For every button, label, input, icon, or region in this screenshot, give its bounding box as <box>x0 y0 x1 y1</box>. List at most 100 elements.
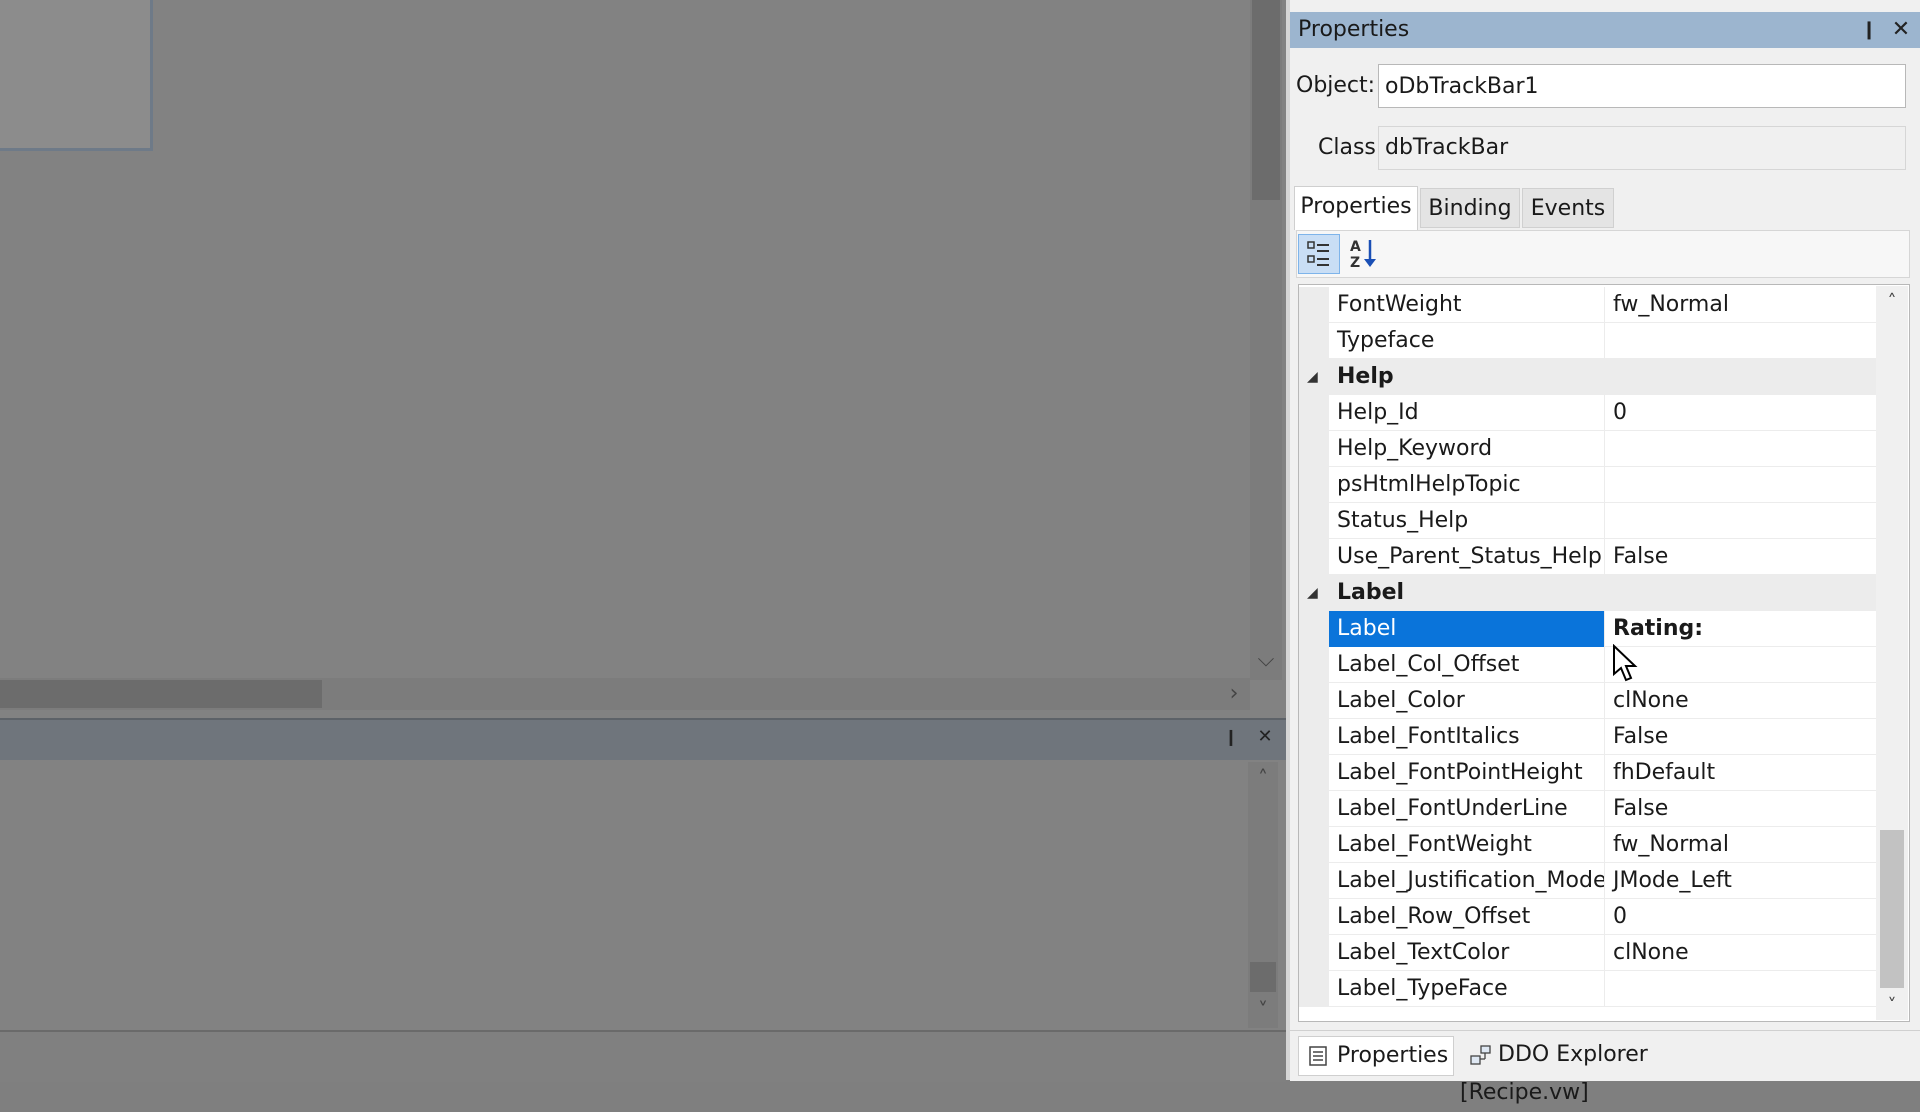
property-value[interactable] <box>1605 323 1877 359</box>
output-scroll-thumb[interactable] <box>1250 962 1276 992</box>
property-row[interactable]: Label_FontUnderLine False <box>1299 791 1877 827</box>
property-name[interactable]: Label_Row_Offset <box>1329 899 1605 935</box>
collapse-triangle-icon[interactable]: ◢ <box>1307 575 1327 611</box>
object-input[interactable] <box>1378 64 1906 108</box>
row-gutter <box>1299 647 1329 683</box>
property-name[interactable]: Label_FontUnderLine <box>1329 791 1605 827</box>
property-row[interactable]: Label_Col_Offset <box>1299 647 1877 683</box>
property-row[interactable]: Label_FontWeight fw_Normal <box>1299 827 1877 863</box>
svg-text:Z: Z <box>1350 255 1360 271</box>
property-value[interactable]: fhDefault <box>1605 755 1877 791</box>
tab-events[interactable]: Events <box>1522 188 1614 228</box>
property-value[interactable]: False <box>1605 719 1877 755</box>
property-row[interactable]: FontWeight fw_Normal <box>1299 287 1877 323</box>
tab-binding[interactable]: Binding <box>1420 188 1520 228</box>
scroll-down-icon[interactable]: ˅ <box>1248 996 1278 1024</box>
property-row[interactable]: Label_Color clNone <box>1299 683 1877 719</box>
row-gutter <box>1299 935 1329 971</box>
property-value[interactable]: clNone <box>1605 683 1877 719</box>
sort-alphabetical-icon: A Z <box>1350 239 1376 271</box>
categorized-button[interactable] <box>1298 234 1340 274</box>
output-panel-body[interactable] <box>0 760 1286 1030</box>
property-value[interactable] <box>1605 971 1877 1007</box>
property-value[interactable]: clNone <box>1605 935 1877 971</box>
property-row[interactable]: Label_Row_Offset 0 <box>1299 899 1877 935</box>
property-name[interactable]: Label_TypeFace <box>1329 971 1605 1007</box>
property-name[interactable]: Label_Justification_Mode <box>1329 863 1605 899</box>
property-grid-toolbar <box>1296 230 1910 278</box>
status-bar <box>0 1030 1286 1082</box>
category-name: Label <box>1337 580 1405 605</box>
property-value[interactable]: False <box>1605 539 1877 575</box>
property-name[interactable]: Label_FontPointHeight <box>1329 755 1605 791</box>
category-row[interactable]: ◢ Help <box>1299 359 1877 395</box>
property-name[interactable]: Help_Keyword <box>1329 431 1605 467</box>
property-value[interactable]: False <box>1605 791 1877 827</box>
ddo-explorer-icon <box>1470 1045 1491 1065</box>
row-gutter <box>1299 863 1329 899</box>
property-name[interactable]: Status_Help <box>1329 503 1605 539</box>
category-row[interactable]: ◢ Label <box>1299 575 1877 611</box>
property-name[interactable]: Use_Parent_Status_Help <box>1329 539 1605 575</box>
property-row[interactable]: Help_Id 0 <box>1299 395 1877 431</box>
scroll-right-icon[interactable]: › <box>1218 678 1250 710</box>
designer-vertical-scroll-thumb[interactable] <box>1252 0 1280 200</box>
close-icon[interactable]: ✕ <box>1888 14 1914 46</box>
property-value[interactable]: fw_Normal <box>1605 827 1877 863</box>
property-row[interactable]: Label_Justification_Mode JMode_Left <box>1299 863 1877 899</box>
category-name: Help <box>1337 364 1394 389</box>
property-row[interactable]: Label_FontItalics False <box>1299 719 1877 755</box>
property-row-selected[interactable]: Label Rating: <box>1299 611 1877 647</box>
property-value[interactable] <box>1605 503 1877 539</box>
scroll-down-icon[interactable]: ⌵ <box>1250 646 1282 674</box>
designer-horizontal-scroll-thumb[interactable] <box>0 680 322 708</box>
property-row[interactable]: Status_Help <box>1299 503 1877 539</box>
bottom-tab-properties[interactable]: Properties <box>1298 1036 1454 1076</box>
property-name[interactable]: FontWeight <box>1329 287 1605 323</box>
close-icon[interactable]: ✕ <box>1252 724 1278 750</box>
property-name[interactable]: Label_Col_Offset <box>1329 647 1605 683</box>
pin-icon[interactable]: ❙ <box>1218 724 1244 750</box>
property-name[interactable]: Typeface <box>1329 323 1605 359</box>
property-value[interactable]: 0 <box>1605 899 1877 935</box>
property-name[interactable]: Label_FontItalics <box>1329 719 1605 755</box>
property-value[interactable]: fw_Normal <box>1605 287 1877 323</box>
property-value[interactable] <box>1605 431 1877 467</box>
property-row[interactable]: Use_Parent_Status_Help False <box>1299 539 1877 575</box>
row-gutter <box>1299 755 1329 791</box>
property-row[interactable]: psHtmlHelpTopic <box>1299 467 1877 503</box>
bottom-tab-ddo-explorer[interactable]: DDO Explorer [Recipe.vw] <box>1460 1036 1760 1105</box>
property-value[interactable]: Rating: <box>1605 611 1877 647</box>
tab-properties[interactable]: Properties <box>1294 186 1418 230</box>
property-name[interactable]: Label_Color <box>1329 683 1605 719</box>
property-name[interactable]: Label <box>1329 611 1605 647</box>
property-value[interactable] <box>1605 467 1877 503</box>
mouse-cursor-icon <box>1613 644 1638 682</box>
sort-alphabetical-button[interactable]: A Z <box>1344 234 1386 274</box>
scroll-up-icon[interactable]: ˄ <box>1248 764 1278 792</box>
row-gutter <box>1299 971 1329 1007</box>
property-row[interactable]: Typeface <box>1299 323 1877 359</box>
property-value[interactable]: 0 <box>1605 395 1877 431</box>
property-name[interactable]: Label_FontWeight <box>1329 827 1605 863</box>
property-value[interactable] <box>1605 647 1877 683</box>
property-grid[interactable]: FontWeight fw_Normal Typeface ◢ Help Help_Id 0… <box>1298 284 1910 1022</box>
form-preview[interactable] <box>0 0 153 151</box>
property-name[interactable]: psHtmlHelpTopic <box>1329 467 1605 503</box>
property-grid-scroll-thumb[interactable] <box>1880 830 1904 988</box>
row-gutter <box>1299 431 1329 467</box>
property-name[interactable]: Label_TextColor <box>1329 935 1605 971</box>
property-row[interactable]: Label_TypeFace <box>1299 971 1877 1007</box>
output-panel-header <box>0 718 1286 760</box>
row-gutter <box>1299 719 1329 755</box>
scroll-down-icon[interactable]: ˅ <box>1876 992 1908 1020</box>
scroll-up-icon[interactable]: ˄ <box>1876 288 1908 316</box>
properties-icon <box>1309 1046 1327 1066</box>
collapse-triangle-icon[interactable]: ◢ <box>1307 359 1327 395</box>
property-row[interactable]: Label_TextColor clNone <box>1299 935 1877 971</box>
property-row[interactable]: Help_Keyword <box>1299 431 1877 467</box>
property-row[interactable]: Label_FontPointHeight fhDefault <box>1299 755 1877 791</box>
property-name[interactable]: Help_Id <box>1329 395 1605 431</box>
property-value[interactable]: JMode_Left <box>1605 863 1877 899</box>
pin-icon[interactable]: ❙ <box>1856 14 1882 46</box>
